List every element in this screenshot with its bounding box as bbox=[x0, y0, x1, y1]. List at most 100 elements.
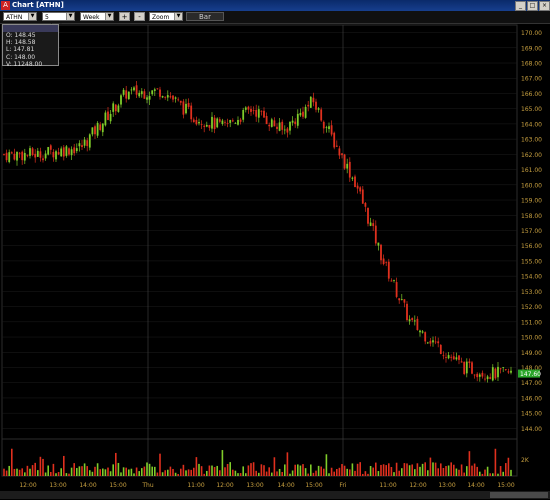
candle-body bbox=[380, 244, 382, 261]
price-axis-label: 169.00 bbox=[521, 45, 542, 52]
candle-body bbox=[317, 108, 320, 110]
volume-bar bbox=[294, 464, 296, 476]
bar-style-button[interactable]: Bar bbox=[186, 12, 224, 21]
volume-bar bbox=[333, 471, 335, 476]
candle-body bbox=[190, 105, 193, 120]
candle-body bbox=[338, 148, 341, 156]
candle-body bbox=[109, 113, 112, 122]
chevron-down-icon[interactable]: ▼ bbox=[28, 13, 36, 20]
chevron-down-icon[interactable]: ▼ bbox=[66, 13, 74, 20]
time-axis-label: Fri bbox=[339, 482, 346, 489]
volume-bar bbox=[445, 466, 447, 476]
candle-body bbox=[96, 122, 99, 136]
candle-body bbox=[10, 152, 13, 154]
volume-bar bbox=[18, 469, 21, 476]
chevron-down-icon[interactable]: ▼ bbox=[174, 13, 182, 20]
interval-select[interactable]: 5 minutes▼ bbox=[42, 12, 75, 30]
candle-body bbox=[312, 97, 315, 103]
volume-bar bbox=[185, 470, 187, 476]
minimize-button[interactable]: _ bbox=[515, 1, 526, 11]
volume-bar bbox=[304, 468, 307, 476]
close-button[interactable]: × bbox=[539, 1, 550, 11]
candle-body bbox=[148, 96, 151, 100]
candle-body bbox=[99, 124, 102, 130]
zoom-select[interactable]: Zoom ▼ bbox=[149, 12, 183, 21]
volume-bar bbox=[286, 452, 289, 476]
candle-body bbox=[445, 357, 447, 358]
volume-bar bbox=[468, 451, 471, 476]
candle-body bbox=[187, 103, 190, 107]
candle-body bbox=[250, 108, 252, 112]
candle-body bbox=[364, 202, 367, 207]
candle-body bbox=[159, 89, 161, 97]
volume-bar bbox=[455, 468, 458, 476]
candle-body bbox=[57, 152, 60, 155]
candle-body bbox=[283, 129, 286, 131]
volume-bar bbox=[497, 473, 499, 476]
price-axis-label: 161.00 bbox=[521, 167, 542, 174]
volume-bar bbox=[336, 468, 338, 476]
candle-body bbox=[3, 154, 5, 155]
zoom-in-button[interactable]: + bbox=[119, 12, 130, 21]
candle-body bbox=[465, 361, 468, 374]
candle-body bbox=[172, 95, 174, 100]
candle-body bbox=[416, 318, 419, 331]
price-chart[interactable]: 170.00 169.00 168.00 167.00 166.00 165.00 164.… bbox=[0, 24, 550, 500]
candle-body bbox=[91, 127, 94, 135]
candle-body bbox=[463, 361, 466, 375]
volume-bar bbox=[224, 467, 226, 476]
volume-bar bbox=[122, 467, 125, 476]
maximize-button[interactable]: □ bbox=[527, 1, 538, 11]
candle-body bbox=[133, 87, 135, 91]
price-axis-label: 166.00 bbox=[521, 91, 542, 98]
zoom-out-button[interactable]: - bbox=[134, 12, 145, 21]
volume-bar bbox=[156, 472, 159, 476]
volume-bar bbox=[120, 472, 122, 476]
candle-body bbox=[473, 374, 476, 376]
volume-bar bbox=[341, 464, 343, 476]
zoom-value: Zoom bbox=[152, 14, 170, 21]
range-select[interactable]: Week ▼ bbox=[80, 12, 114, 21]
volume-bar bbox=[310, 464, 312, 476]
symbol-value: ATHN bbox=[6, 14, 23, 21]
volume-bar bbox=[299, 465, 302, 476]
volume-bar bbox=[315, 470, 317, 476]
price-axis-label: 145.00 bbox=[521, 411, 542, 418]
symbol-select[interactable]: ATHN ▼ bbox=[3, 12, 37, 21]
volume-bar bbox=[320, 466, 322, 476]
volume-bar bbox=[278, 468, 281, 476]
candle-body bbox=[294, 121, 297, 125]
scrollbar-thumb[interactable] bbox=[490, 492, 548, 498]
candle-body bbox=[403, 299, 406, 303]
price-axis-label: 167.00 bbox=[521, 76, 542, 83]
candle-body bbox=[315, 101, 317, 110]
volume-bar bbox=[377, 471, 380, 476]
volume-bar bbox=[24, 472, 26, 476]
candle-body bbox=[8, 152, 11, 163]
volume-bar bbox=[484, 469, 486, 476]
volume-bar bbox=[154, 466, 156, 476]
candle-body bbox=[114, 104, 117, 112]
candle-body bbox=[263, 110, 265, 118]
volume-bar bbox=[393, 472, 395, 476]
candle-body bbox=[239, 119, 242, 122]
volume-bar bbox=[42, 458, 44, 476]
candle-body bbox=[88, 134, 91, 148]
candle-body bbox=[460, 361, 463, 363]
volume-bar bbox=[102, 468, 104, 476]
volume-bar bbox=[109, 471, 112, 476]
volume-bar bbox=[271, 472, 273, 476]
candle-body bbox=[343, 154, 346, 169]
candle-body bbox=[101, 123, 104, 133]
price-axis-label: 153.00 bbox=[521, 289, 542, 296]
candle-body bbox=[143, 91, 146, 99]
chevron-down-icon[interactable]: ▼ bbox=[105, 13, 113, 20]
volume-bar bbox=[471, 465, 473, 476]
candle-body bbox=[13, 153, 16, 160]
volume-bar bbox=[434, 462, 437, 476]
horizontal-scrollbar[interactable] bbox=[0, 491, 550, 499]
volume-bar bbox=[16, 468, 18, 476]
volume-bar bbox=[52, 463, 55, 476]
volume-bar bbox=[291, 470, 294, 476]
volume-bar bbox=[442, 468, 445, 476]
